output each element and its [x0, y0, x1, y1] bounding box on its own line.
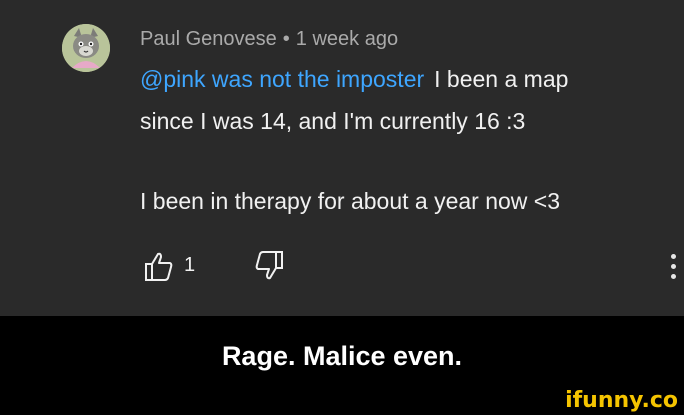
kebab-menu-icon[interactable]	[666, 252, 680, 282]
thumbs-up-icon[interactable]	[144, 250, 174, 282]
comment-meta: Paul Genovese • 1 week ago	[140, 28, 398, 51]
author-name[interactable]: Paul Genovese	[140, 28, 277, 50]
meme-caption: Rage. Malice even.	[221, 340, 463, 371]
comment-line-3: I been in therapy for about a year now <…	[140, 188, 561, 214]
like-count: 1	[184, 254, 196, 276]
cartoon-cat-avatar-icon	[62, 24, 110, 72]
comment-text-1: I been a map	[434, 66, 569, 92]
mention-link[interactable]: @pink was not the imposter	[140, 66, 424, 92]
meta-separator: •	[282, 28, 290, 50]
thumbs-down-icon[interactable]	[254, 250, 284, 282]
avatar[interactable]	[62, 24, 110, 72]
ifunny-watermark: ifunny.co	[565, 388, 678, 413]
comment-line-1: @pink was not the imposter I been a map	[140, 66, 568, 93]
comment-panel: Paul Genovese • 1 week ago @pink was not t…	[0, 0, 684, 316]
comment-line-2: since I was 14, and I'm currently 16 :3	[140, 108, 526, 134]
timestamp[interactable]: 1 week ago	[296, 28, 398, 50]
